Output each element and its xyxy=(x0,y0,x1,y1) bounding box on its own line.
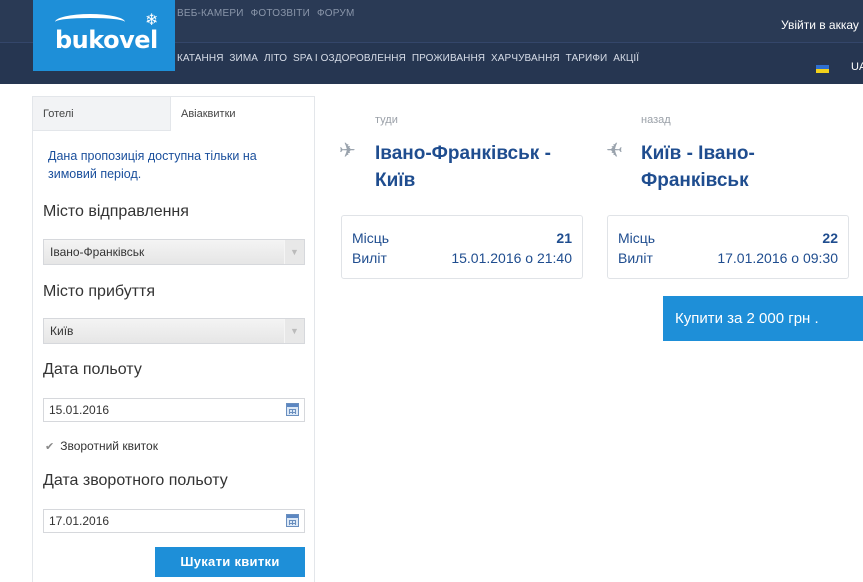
nav-link-summer[interactable]: ЛІТО xyxy=(264,53,287,64)
nav-link-prices[interactable]: ТАРИФИ xyxy=(566,53,608,64)
departure-value: 17.01.2016 о 09:30 xyxy=(717,250,838,266)
tab-hotels[interactable]: Готелі xyxy=(33,97,171,131)
outbound-direction-label: туди xyxy=(375,114,398,126)
seats-value: 22 xyxy=(822,230,838,246)
flight-date-value: 15.01.2016 xyxy=(49,403,110,417)
nav-link-photo-reports[interactable]: ФОТОЗВІТИ xyxy=(251,8,310,19)
seats-label: Місць xyxy=(352,230,390,246)
return-ticket-label: Зворотний квиток xyxy=(60,439,158,453)
nav-link-forum[interactable]: ФОРУМ xyxy=(317,8,355,19)
return-ticket-checkbox[interactable]: ✔ Зворотний квиток xyxy=(45,439,158,453)
return-direction-label: назад xyxy=(641,114,671,126)
nav-link-winter[interactable]: ЗИМА xyxy=(229,53,258,64)
departure-label: Виліт xyxy=(618,250,653,266)
flight-date-label: Дата польоту xyxy=(43,361,142,378)
return-route: Київ - Івано-Франківськ xyxy=(641,143,755,191)
airplane-return-icon: ✈ xyxy=(606,140,623,162)
departure-city-select[interactable]: Івано-Франківськ ▼ xyxy=(43,239,305,265)
nav-link-spa[interactable]: SPA І ОЗДОРОВЛЕННЯ xyxy=(293,53,406,64)
nav-link-skiing[interactable]: КАТАННЯ xyxy=(177,53,224,64)
tab-flight-tickets[interactable]: Авіаквитки xyxy=(171,97,314,131)
nav-link-webcams[interactable]: ВЕБ-КАМЕРИ xyxy=(177,8,244,19)
arrival-city-label: Місто прибуття xyxy=(43,283,156,300)
departure-city-value: Івано-Франківськ xyxy=(50,245,145,259)
outbound-route: Івано-Франківськ - Київ xyxy=(375,143,551,191)
return-date-value: 17.01.2016 xyxy=(49,514,110,528)
top-nav: ВЕБ-КАМЕРИ ФОТОЗВІТИ ФОРУМ xyxy=(177,8,358,19)
bukovel-logo[interactable]: bukovel ❄ xyxy=(33,0,175,71)
search-panel: Готелі Авіаквитки Дана пропозиція доступ… xyxy=(32,96,315,582)
buy-tickets-button[interactable]: Купити за 2 000 грн . xyxy=(663,296,863,341)
language-selector[interactable]: UA xyxy=(851,61,863,73)
outbound-flight-card[interactable]: Місць 21 Виліт 15.01.2016 о 21:40 xyxy=(341,215,583,279)
flight-date-input[interactable]: 15.01.2016 xyxy=(43,398,305,422)
return-flight-card[interactable]: Місць 22 Виліт 17.01.2016 о 09:30 xyxy=(607,215,849,279)
search-tabs: Готелі Авіаквитки xyxy=(33,97,314,131)
calendar-icon[interactable] xyxy=(286,514,299,527)
departure-label: Виліт xyxy=(352,250,387,266)
seats-label: Місць xyxy=(618,230,656,246)
login-link[interactable]: Увійти в аккау xyxy=(781,18,859,32)
winter-offer-notice: Дана пропозиція доступна тільки на зимов… xyxy=(48,149,257,181)
chevron-down-icon[interactable]: ▼ xyxy=(284,319,304,343)
ukraine-flag-icon[interactable] xyxy=(816,65,829,73)
nav-link-accommodation[interactable]: ПРОЖИВАННЯ xyxy=(412,53,485,64)
checkmark-icon[interactable]: ✔ xyxy=(45,441,54,453)
snowflake-icon: ❄ xyxy=(145,12,159,29)
departure-city-label: Місто відправлення xyxy=(43,203,189,220)
return-date-label: Дата зворотного польоту xyxy=(43,472,228,489)
arrival-city-value: Київ xyxy=(50,324,74,338)
nav-link-promotions[interactable]: АКЦІЇ xyxy=(613,53,639,64)
airplane-departure-icon: ✈ xyxy=(339,140,356,162)
calendar-icon[interactable] xyxy=(286,403,299,416)
seats-value: 21 xyxy=(556,230,572,246)
logo-text: bukovel xyxy=(55,26,158,54)
arrival-city-select[interactable]: Київ ▼ xyxy=(43,318,305,344)
search-tickets-button[interactable]: Шукати квитки xyxy=(155,547,305,577)
site-header: bukovel ❄ ВЕБ-КАМЕРИ ФОТОЗВІТИ ФОРУМ КАТ… xyxy=(0,0,863,84)
nav-link-food[interactable]: ХАРЧУВАННЯ xyxy=(491,53,560,64)
return-date-input[interactable]: 17.01.2016 xyxy=(43,509,305,533)
chevron-down-icon[interactable]: ▼ xyxy=(284,240,304,264)
main-nav: КАТАННЯ ЗИМА ЛІТО SPA І ОЗДОРОВЛЕННЯ ПРО… xyxy=(177,53,642,64)
departure-value: 15.01.2016 о 21:40 xyxy=(451,250,572,266)
